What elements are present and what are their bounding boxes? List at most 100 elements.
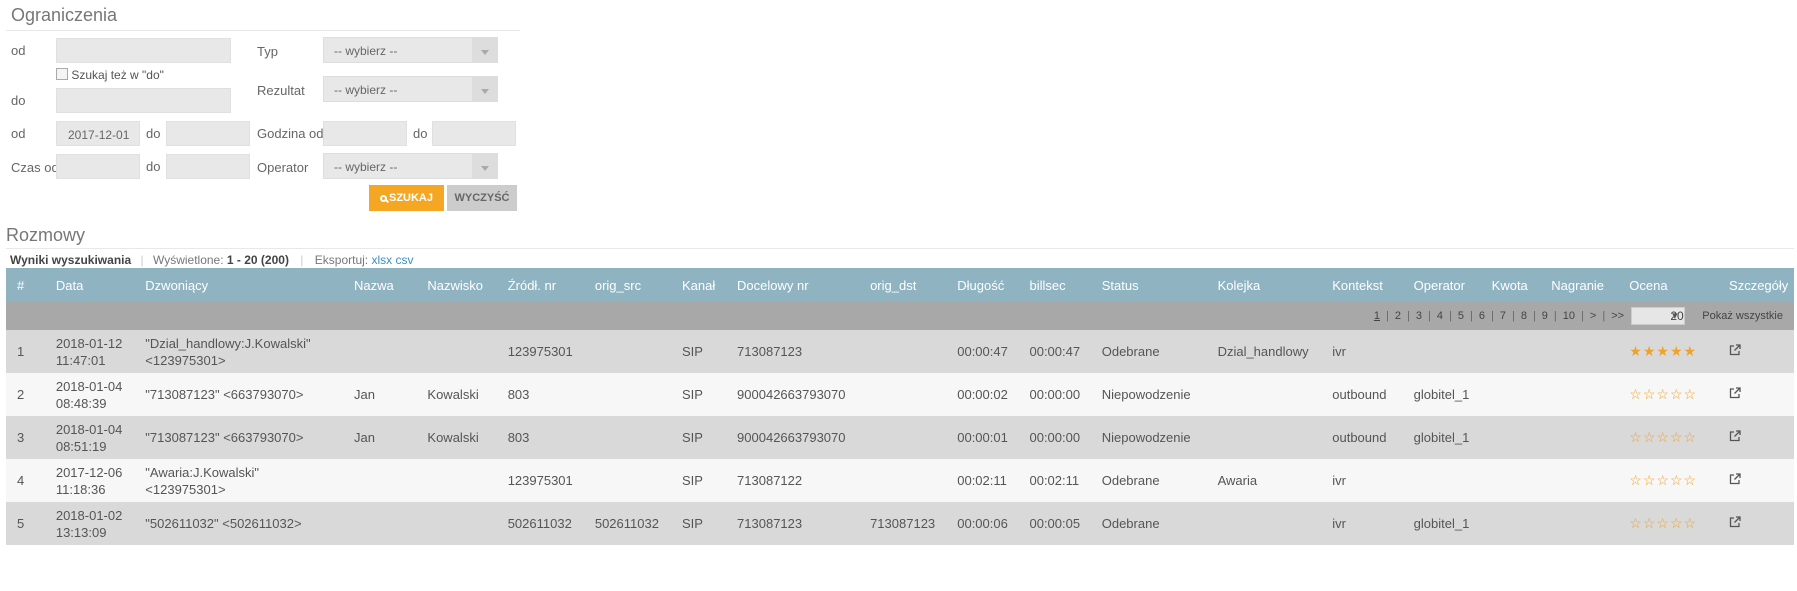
column-header[interactable]: Status	[1089, 268, 1206, 302]
star-icon[interactable]: ☆	[1684, 472, 1698, 488]
external-link-icon[interactable]	[1729, 429, 1741, 442]
column-header[interactable]: Dzwoniący	[133, 268, 343, 302]
table-row[interactable]: 1 2018-01-12 11:47:01 "Dzial_handlowy:J.Kow…	[6, 330, 1794, 373]
column-header[interactable]: Docelowy nr	[725, 268, 859, 302]
star-icon[interactable]: ☆	[1643, 429, 1657, 445]
table-row[interactable]: 5 2018-01-02 13:13:09 "502611032" <50261103…	[6, 502, 1794, 545]
operator-select[interactable]: -- wybierz --	[323, 153, 498, 179]
star-icon[interactable]: ☆	[1629, 472, 1643, 488]
star-icon[interactable]: ☆	[1643, 472, 1657, 488]
pager-link[interactable]: >	[1590, 310, 1596, 322]
rating-stars[interactable]: ☆☆☆☆☆	[1629, 386, 1697, 402]
duration-to-label: do	[146, 159, 161, 174]
pager-link[interactable]: 10	[1563, 310, 1575, 322]
star-icon[interactable]: ★	[1629, 343, 1643, 359]
also-search-checkbox[interactable]	[56, 68, 68, 80]
column-header[interactable]: Kolejka	[1205, 268, 1321, 302]
also-search-checkbox-row[interactable]: Szukaj też w "do"	[56, 68, 164, 82]
operator-select-value: -- wybierz --	[334, 160, 398, 174]
column-header[interactable]: Kanał	[670, 268, 726, 302]
column-header[interactable]: Długość	[945, 268, 1018, 302]
table-row[interactable]: 4 2017-12-06 11:18:36 "Awaria:J.Kowalski" <1…	[6, 459, 1794, 502]
star-icon[interactable]: ★	[1684, 343, 1698, 359]
to-input[interactable]	[56, 88, 231, 113]
cell-queue	[1205, 416, 1321, 459]
star-icon[interactable]: ☆	[1656, 515, 1670, 531]
hour-to-input[interactable]	[432, 121, 516, 146]
column-header[interactable]: #	[6, 268, 44, 302]
cell-n: 2	[6, 373, 44, 416]
star-icon[interactable]: ☆	[1629, 386, 1643, 402]
pager-link[interactable]: 9	[1542, 310, 1548, 322]
rating-stars[interactable]: ★★★★★	[1629, 343, 1697, 359]
star-icon[interactable]: ☆	[1670, 429, 1684, 445]
column-header[interactable]: Źródł. nr	[495, 268, 583, 302]
pager-link[interactable]: 5	[1458, 310, 1464, 322]
column-header[interactable]: Szczegóły	[1717, 268, 1794, 302]
cell-recording	[1539, 502, 1618, 545]
from-input[interactable]	[56, 38, 231, 63]
column-header[interactable]: orig_src	[582, 268, 670, 302]
export-csv-link[interactable]: csv	[395, 253, 413, 267]
pager-link[interactable]: 3	[1416, 310, 1422, 322]
star-icon[interactable]: ☆	[1629, 515, 1643, 531]
also-search-label: Szukaj też w "do"	[71, 68, 164, 82]
column-header[interactable]: Ocena	[1617, 268, 1718, 302]
hour-from-input[interactable]	[323, 121, 407, 146]
date-to-input[interactable]	[166, 121, 250, 146]
type-select[interactable]: -- wybierz --	[323, 37, 498, 63]
star-icon[interactable]: ☆	[1684, 386, 1698, 402]
calls-table: # Data Dzwoniący Nazwa Nazwisko Źródł. nr orig…	[6, 268, 1794, 545]
star-icon[interactable]: ★	[1643, 343, 1657, 359]
rating-stars[interactable]: ☆☆☆☆☆	[1629, 472, 1697, 488]
star-icon[interactable]: ☆	[1684, 429, 1698, 445]
column-header[interactable]: billsec	[1017, 268, 1090, 302]
external-link-icon[interactable]	[1729, 515, 1741, 528]
pager-link[interactable]: 2	[1395, 310, 1401, 322]
column-header[interactable]: Nazwisko	[415, 268, 496, 302]
external-link-icon[interactable]	[1729, 386, 1741, 399]
star-icon[interactable]: ☆	[1629, 429, 1643, 445]
table-row[interactable]: 2 2018-01-04 08:48:39 "713087123" <66379307…	[6, 373, 1794, 416]
star-icon[interactable]: ★	[1656, 343, 1670, 359]
search-button[interactable]: SZUKAJ	[369, 185, 444, 211]
star-icon[interactable]: ☆	[1656, 386, 1670, 402]
column-header[interactable]: Data	[43, 268, 134, 302]
pager-link[interactable]: 8	[1521, 310, 1527, 322]
hour-from-label: Godzina od	[257, 126, 324, 141]
result-select[interactable]: -- wybierz --	[323, 76, 498, 102]
star-icon[interactable]: ☆	[1670, 472, 1684, 488]
star-icon[interactable]: ☆	[1670, 386, 1684, 402]
duration-from-input[interactable]	[56, 154, 140, 179]
star-icon[interactable]: ☆	[1656, 472, 1670, 488]
pager-link[interactable]: 6	[1479, 310, 1485, 322]
clear-button[interactable]: WYCZYŚĆ	[447, 185, 517, 211]
column-header[interactable]: Nagranie	[1539, 268, 1618, 302]
column-header[interactable]: orig_dst	[858, 268, 946, 302]
export-xlsx-link[interactable]: xlsx	[371, 253, 392, 267]
star-icon[interactable]: ☆	[1643, 386, 1657, 402]
star-icon[interactable]: ★	[1670, 343, 1684, 359]
star-icon[interactable]: ☆	[1684, 515, 1698, 531]
pager-link[interactable]: 4	[1437, 310, 1443, 322]
table-row[interactable]: 3 2018-01-04 08:51:19 "713087123" <66379307…	[6, 416, 1794, 459]
date-from-input[interactable]: 2017-12-01	[56, 121, 140, 146]
column-header[interactable]: Operator	[1401, 268, 1480, 302]
pager-link[interactable]: 7	[1500, 310, 1506, 322]
star-icon[interactable]: ☆	[1643, 515, 1657, 531]
external-link-icon[interactable]	[1729, 343, 1741, 356]
duration-to-input[interactable]	[166, 154, 250, 179]
rating-stars[interactable]: ☆☆☆☆☆	[1629, 429, 1697, 445]
rating-stars[interactable]: ☆☆☆☆☆	[1629, 515, 1697, 531]
column-header[interactable]: Kwota	[1479, 268, 1540, 302]
show-all-link[interactable]: Pokaż wszystkie	[1702, 310, 1783, 322]
per-page-select[interactable]: 20	[1630, 307, 1685, 325]
pager-link[interactable]: 1	[1374, 310, 1380, 322]
column-header[interactable]: Nazwa	[342, 268, 416, 302]
star-icon[interactable]: ☆	[1670, 515, 1684, 531]
external-link-icon[interactable]	[1729, 472, 1741, 485]
pager-link[interactable]: >>	[1611, 310, 1624, 322]
star-icon[interactable]: ☆	[1656, 429, 1670, 445]
column-header[interactable]: Kontekst	[1320, 268, 1402, 302]
cell-date: 2018-01-04 08:48:39	[43, 373, 134, 416]
